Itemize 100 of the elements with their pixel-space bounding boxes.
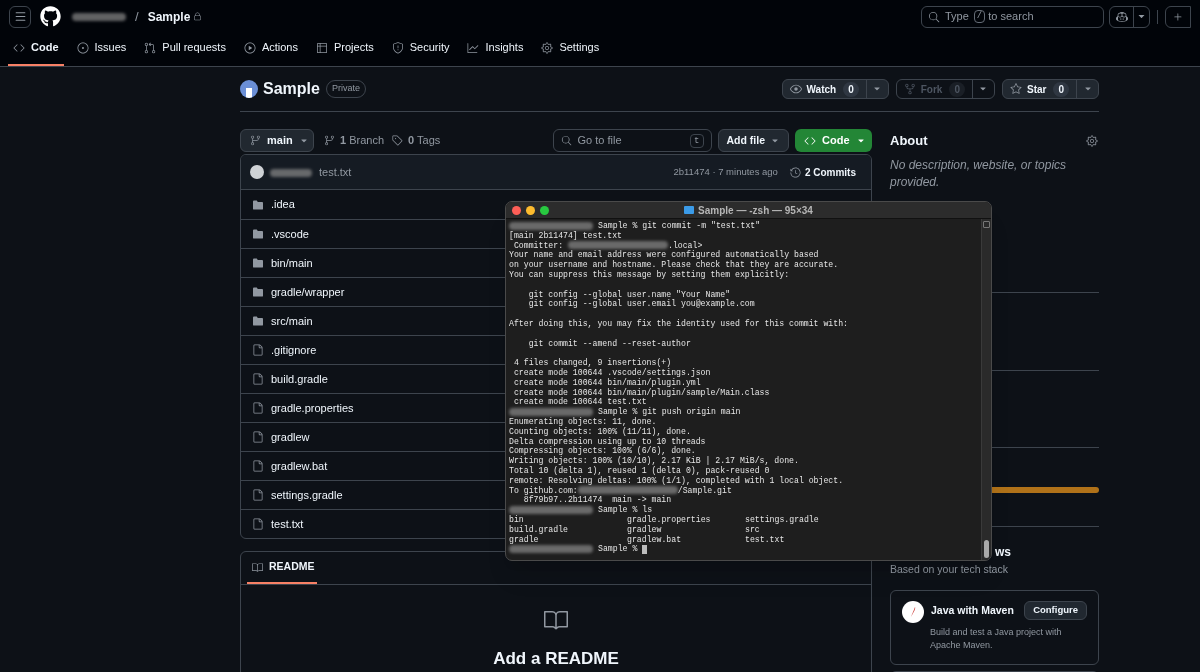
file-link[interactable]: src/main [271, 312, 313, 330]
workflow-title: Java with Maven [931, 602, 1014, 618]
terminal-line: test.txt [745, 534, 786, 545]
file-link[interactable]: gradlew.bat [271, 457, 328, 475]
add-file-button[interactable]: Add file [717, 129, 789, 152]
folder-icon [252, 257, 264, 269]
file-link[interactable]: build.gradle [271, 370, 328, 388]
close-button[interactable] [512, 205, 521, 215]
terminal-line: 4 files changed, 9 insertions(+) [512, 358, 672, 368]
terminal-line: .local> [667, 240, 703, 250]
shortcut-key: / [973, 10, 986, 23]
issue-icon [76, 41, 89, 54]
terminal-line: git config --global user.name "Your Name" [527, 289, 731, 300]
shield-icon [391, 41, 404, 54]
terminal-line: You can suppress this message by setting them explicitly: [509, 270, 790, 280]
terminal-line: remote: Resolving deltas: 100% (1/1), completed with 1 local object. [509, 475, 844, 486]
commit-message[interactable]: test.txt [319, 163, 352, 181]
search-field[interactable]: Type / to search [921, 5, 1104, 28]
terminal-line: git commit --amend --reset-author [527, 338, 691, 349]
file-link[interactable]: bin/main [271, 254, 313, 272]
repo-action-button[interactable]: Watch 0 [781, 79, 889, 99]
search-icon [928, 10, 940, 23]
terminal-line: Sample % git push origin main [598, 407, 741, 417]
window-title: Sample — -zsh — 95×34 [698, 203, 813, 218]
minimize-button[interactable] [526, 205, 535, 215]
nav-tab[interactable]: Insights [462, 32, 529, 66]
menu-icon [13, 10, 27, 23]
zoom-button[interactable] [540, 205, 549, 215]
branch-select[interactable]: main [240, 129, 314, 152]
file-icon [252, 373, 264, 385]
terminal-line: Your name and email address were configured automatically based [509, 250, 819, 261]
terminal-line: Writing objects: 100% (10/10), 2.17 KiB | 2.17 MiB/s, done. [509, 456, 799, 466]
repo-link[interactable]: Sample [147, 7, 191, 26]
pull-request-icon [144, 41, 157, 54]
github-logo-icon[interactable] [40, 6, 61, 27]
redacted-text [270, 168, 312, 177]
nav-tab[interactable]: Code [8, 32, 64, 66]
terminal-line: Counting objects: 100% (11/11), done. [509, 426, 691, 437]
code-button[interactable]: Code [795, 129, 872, 152]
file-link[interactable]: gradlew [271, 428, 310, 446]
nav-tab[interactable]: Actions [238, 32, 303, 66]
terminal-line: gradle.properties [627, 514, 712, 525]
file-link[interactable]: .gitignore [271, 341, 317, 359]
about-description: No description, website, or topics provided. [890, 157, 1068, 191]
breadcrumb-separator: / [135, 7, 139, 26]
terminal-line: src [745, 524, 761, 535]
nav-tab[interactable]: Settings [536, 32, 605, 66]
terminal-line: Sample % git commit -m "test.txt" [598, 221, 761, 231]
file-icon [252, 518, 264, 530]
configure-button[interactable]: Configure [1024, 600, 1087, 620]
count-badge: 0 [1053, 81, 1069, 97]
book-icon [544, 608, 568, 632]
copilot-icon [1115, 10, 1128, 23]
file-link[interactable]: gradle.properties [271, 399, 354, 417]
terminal-line: /Sample.git [677, 485, 732, 496]
file-link[interactable]: .vscode [271, 225, 309, 243]
nav-tab[interactable]: Projects [310, 32, 379, 66]
folder-icon [252, 228, 264, 240]
terminal-line: To github.com: [509, 485, 578, 496]
settings-icon[interactable] [1086, 134, 1098, 147]
nav-tab[interactable]: Issues [71, 32, 132, 66]
terminal-line: [main 2b11474] test.txt [509, 230, 622, 241]
section-subtitle: Based on your tech stack [890, 562, 1009, 577]
terminal-line: Total 10 (delta 1), reused 1 (delta 0), pack-reused 0 [509, 465, 770, 476]
terminal-line: Compressing objects: 100% (6/6), done. [509, 446, 696, 456]
file-link[interactable]: settings.gradle [271, 486, 343, 504]
branches-link[interactable]: 1 Branch [340, 132, 385, 149]
folder-icon [684, 206, 695, 214]
count-badge: 0 [949, 81, 965, 97]
file-icon [252, 431, 264, 443]
tags-link[interactable]: 0 Tags [408, 132, 441, 149]
book-icon [252, 561, 263, 573]
file-link[interactable]: .idea [271, 196, 295, 213]
lock-icon [193, 12, 203, 21]
copilot-button[interactable] [1109, 5, 1150, 28]
terminal-line: on your username and hostname. Please check that they are accurate. [509, 260, 839, 270]
nav-tab[interactable]: Pull requests [139, 32, 231, 66]
branch-icon [324, 135, 335, 146]
commits-link[interactable]: 2 Commits [789, 164, 856, 180]
commit-info: 2b11474 · 7 minutes ago [673, 164, 778, 179]
menu-button[interactable] [9, 5, 31, 28]
go-to-file-field[interactable]: Go to file t [552, 129, 712, 152]
repo-action-button[interactable]: Star 0 [1002, 79, 1099, 99]
terminal-line: Sample % [598, 544, 638, 555]
search-placeholder: to search [988, 9, 1034, 25]
search-placeholder: Type [945, 9, 969, 25]
terminal-line: gradlew.bat [627, 534, 683, 545]
file-link[interactable]: test.txt [271, 515, 304, 533]
table-icon [315, 41, 328, 54]
terminal-line: settings.gradle [745, 514, 820, 525]
terminal-line: Sample % ls [598, 505, 653, 515]
repo-title: Sample [263, 79, 320, 99]
action-label: Watch [806, 82, 837, 97]
history-icon [789, 166, 801, 178]
terminal-line: bin [509, 514, 525, 525]
terminal-line: Committer: [512, 240, 565, 250]
readme-tab[interactable]: README [247, 552, 317, 584]
file-link[interactable]: gradle/wrapper [271, 283, 345, 301]
fork-icon [903, 83, 916, 95]
nav-tab[interactable]: Security [386, 32, 455, 66]
